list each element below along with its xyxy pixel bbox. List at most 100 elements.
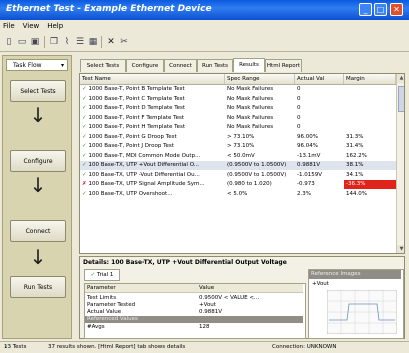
results-table: Test Name Spec Range Actual Val Margin ✓…: [79, 73, 405, 254]
step-run-tests-button[interactable]: Run Tests: [10, 276, 66, 298]
down-arrow-icon: ↓: [29, 103, 47, 127]
test-name-text: 1000 Base-T, Point G Droop Test: [88, 133, 177, 140]
tab-results[interactable]: Results: [233, 58, 265, 72]
cell-margin: 31.4%: [346, 143, 364, 149]
delete-icon[interactable]: ✕: [105, 36, 117, 48]
cell-actual: 2.3%: [297, 190, 311, 197]
step-connect-button[interactable]: Connect: [10, 220, 66, 242]
column-header-test-name[interactable]: Test Name: [80, 74, 225, 84]
cell-margin: [344, 114, 396, 123]
tab-select-tests[interactable]: Select Tests: [80, 59, 126, 72]
chevron-down-icon: ▾: [60, 62, 64, 69]
table-row[interactable]: ✓ 1000 Base-T, Point B Template Test No M…: [80, 85, 396, 94]
cell-actual: 0: [297, 105, 301, 111]
save-icon[interactable]: ▣: [29, 36, 41, 48]
menu-view[interactable]: View: [20, 20, 43, 32]
cut-icon[interactable]: ✂: [118, 36, 130, 48]
maximize-button[interactable]: □: [374, 3, 387, 16]
new-file-icon[interactable]: ▯: [3, 36, 15, 48]
details-param: Actual Value: [87, 309, 122, 315]
details-header-parameter: Parameter: [85, 284, 197, 293]
table-row[interactable]: ✓ 1000 Base-T, Point C Template Test No M…: [80, 95, 396, 104]
column-header-spec-range[interactable]: Spec Range: [225, 74, 295, 84]
tab-connect[interactable]: Connect: [164, 59, 197, 72]
cell-actual: 0: [297, 86, 301, 92]
cell-spec: < 50.0mV: [227, 152, 255, 159]
table-row[interactable]: ✗ 100 Base-TX, UTP Signal Amplitude Sym.…: [80, 180, 396, 189]
cell-spec: No Mask Failures: [227, 105, 274, 111]
reference-images-panel: Reference Images +Vout: [308, 269, 404, 339]
cell-actual: 0: [297, 114, 301, 121]
table-row[interactable]: ✓ 100 Base-TX, UTP -Vout Differential Ou…: [80, 171, 396, 180]
test-name-text: 100 Base-TX, UTP -Vout Differential Ou..…: [88, 171, 200, 178]
scroll-thumb[interactable]: [398, 86, 404, 112]
table-icon[interactable]: ▦: [87, 36, 99, 48]
table-row[interactable]: ✓ 1000 Base-T, Point G Droop Test > 73.10…: [80, 133, 396, 142]
minimize-button[interactable]: _: [359, 3, 372, 16]
table-row[interactable]: ✓ 1000 Base-T, Point D Template Test No M…: [80, 104, 396, 113]
cell-margin: 144.0%: [346, 190, 367, 197]
table-row[interactable]: ✓ 1000 Base-T, Point J Droop Test > 73.10…: [80, 142, 396, 151]
table-row[interactable]: ✓ 100 Base-TX, UTP +Vout Differential O.…: [80, 161, 396, 170]
cell-spec: No Mask Failures: [227, 114, 274, 121]
cell-test-name: ✓ 100 Base-TX, UTP Overshoot...: [80, 190, 225, 199]
cell-actual: 0: [297, 124, 301, 130]
results-table-header: Test Name Spec Range Actual Val Margin: [80, 74, 396, 85]
results-scrollbar[interactable]: ▲ ▼: [396, 74, 404, 253]
test-name-text: 100 Base-TX, UTP Signal Amplitude Sym...: [88, 181, 205, 187]
scroll-down-icon[interactable]: ▼: [397, 245, 404, 253]
column-header-margin[interactable]: Margin: [344, 74, 396, 84]
step-select-tests-button[interactable]: Select Tests: [10, 80, 66, 102]
cell-actual: 0.9881V: [297, 162, 321, 168]
tab-trial-1[interactable]: ✓ Trial 1: [84, 269, 120, 281]
cell-margin: 34.1%: [346, 171, 364, 178]
table-row[interactable]: ✓ 1000 Base-T, Point H Template Test No M…: [80, 123, 396, 132]
column-header-actual-val[interactable]: Actual Val: [295, 74, 344, 84]
details-panel: Details: 100 Base-TX, UTP +Vout Differen…: [79, 256, 405, 339]
list-icon[interactable]: ☰: [74, 36, 86, 48]
open-folder-icon[interactable]: ▭: [16, 36, 28, 48]
reference-image-label: +Vout: [312, 281, 329, 287]
details-row: Parameter Tested +Vout: [85, 302, 303, 309]
tab-configure[interactable]: Configure: [126, 59, 164, 72]
close-button[interactable]: ✕: [390, 3, 403, 16]
toolbar-separator: [101, 36, 102, 48]
tab-run-tests[interactable]: Run Tests: [197, 59, 233, 72]
scroll-up-icon[interactable]: ▲: [397, 74, 404, 83]
cell-margin: [344, 123, 396, 132]
task-flow-panel: Task Flow ▾ Select Tests ↓ Configure ↓ C…: [2, 55, 72, 339]
test-name-text: 100 Base-TX, UTP Overshoot...: [88, 190, 173, 197]
table-row[interactable]: ✓ 100 Base-TX, UTP Overshoot... < 5.0% 2.3…: [80, 190, 396, 199]
menu-help[interactable]: Help: [44, 20, 66, 32]
cell-actual: 96.00%: [297, 133, 318, 140]
details-header-value: Value: [197, 284, 303, 293]
cell-margin: 162.2%: [346, 152, 367, 159]
waveform-thumbnail[interactable]: [327, 290, 397, 334]
status-bar: ✓ 13 Tests 37 results shown. [Html Repor…: [0, 341, 409, 353]
title-bar: Ethernet Test - Example Ethernet Device …: [0, 0, 409, 20]
cell-test-name: ✓ 100 Base-TX, UTP +Vout Differential O.…: [80, 161, 225, 170]
table-row[interactable]: ✓ 1000 Base-T, Point F Template Test No M…: [80, 114, 396, 123]
test-name-text: 1000 Base-T, Point D Template Test: [88, 105, 186, 111]
chart-icon[interactable]: ⌇: [61, 36, 73, 48]
copy-icon[interactable]: ❐: [48, 36, 60, 48]
cell-spec: (0.980 to 1.020): [227, 181, 272, 187]
cell-spec: No Mask Failures: [227, 86, 274, 92]
test-name-text: 100 Base-TX, UTP +Vout Differential O...: [88, 162, 200, 168]
cell-margin: -36.3%: [344, 180, 396, 189]
trial-tab-label: Trial 1: [96, 272, 114, 278]
reference-images-header: Reference Images: [309, 270, 401, 279]
test-name-text: 1000 Base-T, Point B Template Test: [88, 86, 185, 92]
cell-test-name: ✓ 100 Base-TX, UTP -Vout Differential Ou…: [80, 171, 225, 180]
test-name-text: 1000 Base-T, Point C Template Test: [88, 95, 185, 102]
step-configure-button[interactable]: Configure: [10, 150, 66, 172]
table-row[interactable]: ✓ 1000 Base-T, MDI Common Mode Outp... < …: [80, 152, 396, 161]
cell-actual: 0: [297, 95, 301, 102]
details-row: Actual Value 0.9881V: [85, 309, 303, 316]
details-grid: Parameter Value Test Limits 0.9500V < VA…: [84, 283, 306, 339]
down-arrow-icon: ↓: [29, 173, 47, 197]
tab-html-report[interactable]: Html Report: [265, 59, 302, 72]
test-name-text: 1000 Base-T, Point H Template Test: [88, 124, 185, 130]
menu-file[interactable]: File: [0, 20, 18, 32]
task-flow-header[interactable]: Task Flow ▾: [6, 59, 68, 71]
